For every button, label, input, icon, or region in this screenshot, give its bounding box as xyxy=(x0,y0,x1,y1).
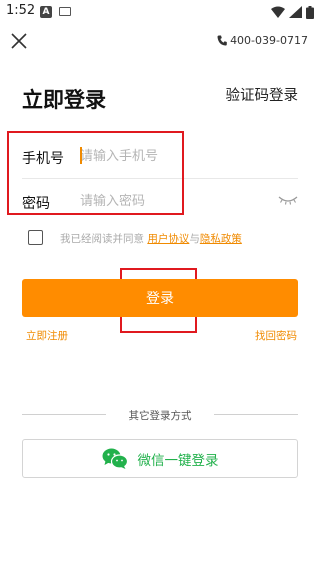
agreement-checkbox[interactable] xyxy=(28,230,43,245)
wifi-icon xyxy=(271,6,285,18)
highlight-box xyxy=(7,131,184,215)
phone-icon xyxy=(217,35,227,46)
keyboard-icon xyxy=(59,7,71,16)
customer-service-phone[interactable]: 400-039-0717 xyxy=(217,34,308,47)
other-login-label: 其它登录方式 xyxy=(128,410,192,422)
page-title: 立即登录 xyxy=(22,88,106,112)
privacy-policy-link[interactable]: 隐私政策 xyxy=(200,233,242,245)
password-visibility-icon[interactable] xyxy=(278,194,298,206)
register-link[interactable]: 立即注册 xyxy=(26,328,68,343)
status-bar: 1:52 A xyxy=(0,0,320,24)
status-icons xyxy=(271,5,314,19)
divider-right xyxy=(214,414,298,415)
wechat-login-button[interactable]: 微信一键登录 xyxy=(22,439,298,478)
agreement-and: 与 xyxy=(189,233,200,245)
user-agreement-link[interactable]: 用户协议 xyxy=(147,233,189,245)
login-button[interactable]: 登录 xyxy=(22,279,298,317)
notification-a-icon: A xyxy=(40,6,52,18)
wechat-icon xyxy=(102,448,128,469)
battery-icon xyxy=(306,5,314,19)
agreement-prefix: 我已经阅读并同意 xyxy=(60,233,144,245)
sms-login-link[interactable]: 验证码登录 xyxy=(226,84,299,105)
forgot-password-link[interactable]: 找回密码 xyxy=(255,328,297,343)
phone-number: 400-039-0717 xyxy=(230,34,308,47)
agreement-text: 我已经阅读并同意 用户协议与隐私政策 xyxy=(60,231,242,246)
close-icon[interactable] xyxy=(8,30,30,52)
signal-icon xyxy=(289,6,302,18)
status-time: 1:52 xyxy=(6,3,36,18)
wechat-login-label: 微信一键登录 xyxy=(137,452,219,469)
